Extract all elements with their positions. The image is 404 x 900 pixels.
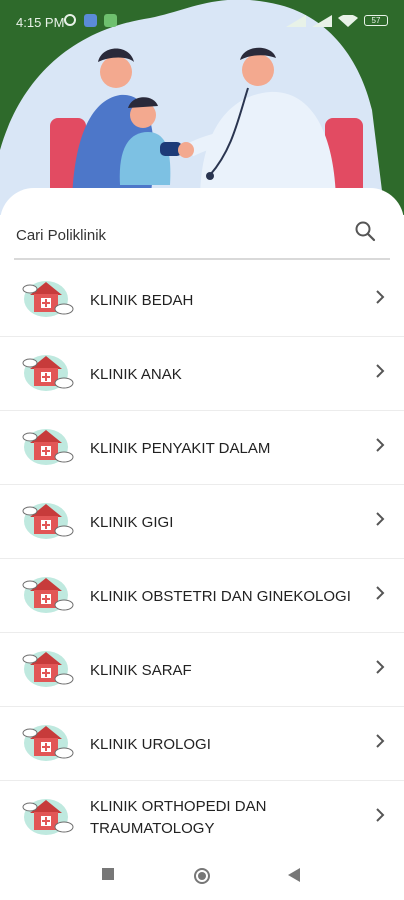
clinic-name: KLINIK BEDAH (90, 292, 194, 309)
clinic-card: Cari Poliklinik KLINIK BEDAH KLINIK ANAK K… (0, 188, 404, 860)
search-icon[interactable] (354, 220, 376, 242)
clinic-name: KLINIK OBSTETRI DAN GINEKOLOGI (90, 588, 351, 605)
chevron-right-icon (376, 512, 385, 526)
clinic-list-item[interactable]: KLINIK SARAF (0, 633, 404, 707)
chevron-right-icon (376, 290, 385, 304)
clinic-house-icon (22, 429, 74, 465)
clinic-name: KLINIK ORTHOPEDI DAN TRAUMATOLOGY (90, 798, 267, 837)
notification-app-icon (104, 14, 117, 27)
status-bar: 4:15 PM 57 (0, 0, 404, 38)
chevron-right-icon (376, 364, 385, 378)
status-time: 4:15 PM (16, 15, 65, 30)
chevron-right-icon (376, 586, 385, 600)
clinic-house-icon (22, 355, 74, 391)
clinic-house-icon (22, 503, 74, 539)
clinic-list-item[interactable]: KLINIK BEDAH (0, 263, 404, 337)
notification-app-icon (84, 14, 97, 27)
clinic-house-icon (22, 651, 74, 687)
header-illustration: 4:15 PM 57 (0, 0, 404, 215)
clinic-list-item[interactable]: KLINIK OBSTETRI DAN GINEKOLOGI (0, 559, 404, 633)
clinic-list-item[interactable]: KLINIK UROLOGI (0, 707, 404, 781)
chevron-right-icon (376, 438, 385, 452)
signal-icon (312, 15, 332, 27)
alarm-icon (64, 14, 76, 26)
battery-icon: 57 (364, 15, 388, 26)
clinic-list-item[interactable]: KLINIK PENYAKIT DALAM (0, 411, 404, 485)
search-bar[interactable]: Cari Poliklinik (14, 210, 390, 260)
clinic-list-item[interactable]: KLINIK ORTHOPEDI DAN TRAUMATOLOGY (0, 781, 404, 860)
clinic-name: KLINIK PENYAKIT DALAM (90, 440, 271, 457)
system-nav-bar (0, 850, 404, 900)
back-button[interactable] (288, 868, 300, 882)
clinic-house-icon (22, 577, 74, 613)
clinic-house-icon (22, 281, 74, 317)
clinic-house-icon (22, 799, 74, 835)
search-input[interactable]: Cari Poliklinik (16, 227, 106, 244)
signal-icon (286, 15, 306, 27)
chevron-right-icon (376, 808, 385, 822)
clinic-list-item[interactable]: KLINIK ANAK (0, 337, 404, 411)
clinic-list-item[interactable]: KLINIK GIGI (0, 485, 404, 559)
chevron-right-icon (376, 660, 385, 674)
chevron-right-icon (376, 734, 385, 748)
wifi-icon (338, 15, 358, 27)
clinic-name: KLINIK SARAF (90, 662, 192, 679)
home-button[interactable] (194, 868, 210, 884)
clinic-name: KLINIK UROLOGI (90, 736, 211, 753)
clinic-house-icon (22, 725, 74, 761)
clinic-name: KLINIK GIGI (90, 514, 174, 531)
clinic-name: KLINIK ANAK (90, 366, 182, 383)
recent-apps-button[interactable] (102, 868, 114, 880)
clinic-list: KLINIK BEDAH KLINIK ANAK KLINIK PENYAKIT D… (0, 263, 404, 860)
